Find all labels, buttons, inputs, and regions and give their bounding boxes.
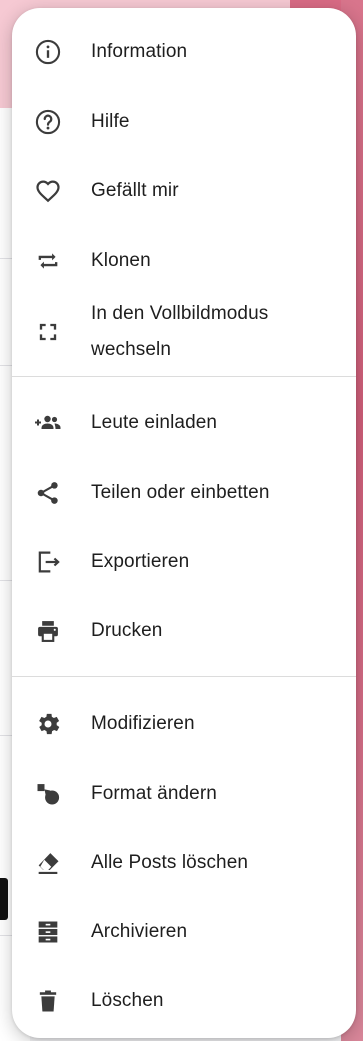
fullscreen-icon (32, 316, 64, 348)
background-chip (0, 878, 8, 920)
menu-item-clear-posts[interactable]: Alle Posts löschen (12, 831, 356, 895)
menu-item-export[interactable]: Exportieren (12, 530, 356, 594)
menu-item-clone[interactable]: Klonen (12, 229, 356, 293)
menu-item-fullscreen[interactable]: In den Vollbildmodus wechseln (12, 292, 356, 372)
menu-item-label: Archivieren (91, 921, 188, 942)
menu-item-label: Exportieren (91, 551, 190, 572)
context-menu: Information Hilfe Gefällt mir Klonen In … (12, 8, 356, 1038)
menu-item-label: Hilfe (91, 111, 130, 132)
menu-item-label: Leute einladen (91, 412, 218, 433)
repeat-icon (32, 245, 64, 277)
menu-item-print[interactable]: Drucken (12, 599, 356, 663)
menu-item-archive[interactable]: Archivieren (12, 900, 356, 964)
menu-item-label: Format ändern (91, 783, 217, 804)
menu-item-label: Information (91, 41, 188, 62)
heart-icon (32, 175, 64, 207)
menu-item-change-format[interactable]: Format ändern (12, 762, 356, 826)
menu-item-information[interactable]: Information (12, 20, 356, 84)
export-icon (32, 546, 64, 578)
menu-item-label: Teilen oder einbetten (91, 482, 270, 503)
menu-item-share[interactable]: Teilen oder einbetten (12, 461, 356, 525)
menu-item-label: Löschen (91, 990, 164, 1011)
gear-icon (32, 708, 64, 740)
menu-divider (12, 676, 356, 677)
add-people-icon (32, 407, 64, 439)
menu-divider (12, 376, 356, 377)
archive-icon (32, 916, 64, 948)
share-icon (32, 477, 64, 509)
info-icon (32, 36, 64, 68)
menu-item-modify[interactable]: Modifizieren (12, 692, 356, 756)
menu-item-delete[interactable]: Löschen (12, 969, 356, 1033)
eraser-icon (32, 847, 64, 879)
menu-item-label: In den Vollbildmodus wechseln (91, 303, 269, 360)
menu-item-label: Alle Posts löschen (91, 852, 249, 873)
menu-item-label: Klonen (91, 250, 151, 271)
menu-item-label: Modifizieren (91, 713, 195, 734)
print-icon (32, 615, 64, 647)
menu-item-help[interactable]: Hilfe (12, 90, 356, 154)
menu-item-label: Gefällt mir (91, 180, 179, 201)
menu-item-label: Drucken (91, 620, 163, 641)
help-icon (32, 106, 64, 138)
menu-item-invite[interactable]: Leute einladen (12, 391, 356, 455)
trash-icon (32, 985, 64, 1017)
format-icon (32, 778, 64, 810)
menu-item-like[interactable]: Gefällt mir (12, 159, 356, 223)
